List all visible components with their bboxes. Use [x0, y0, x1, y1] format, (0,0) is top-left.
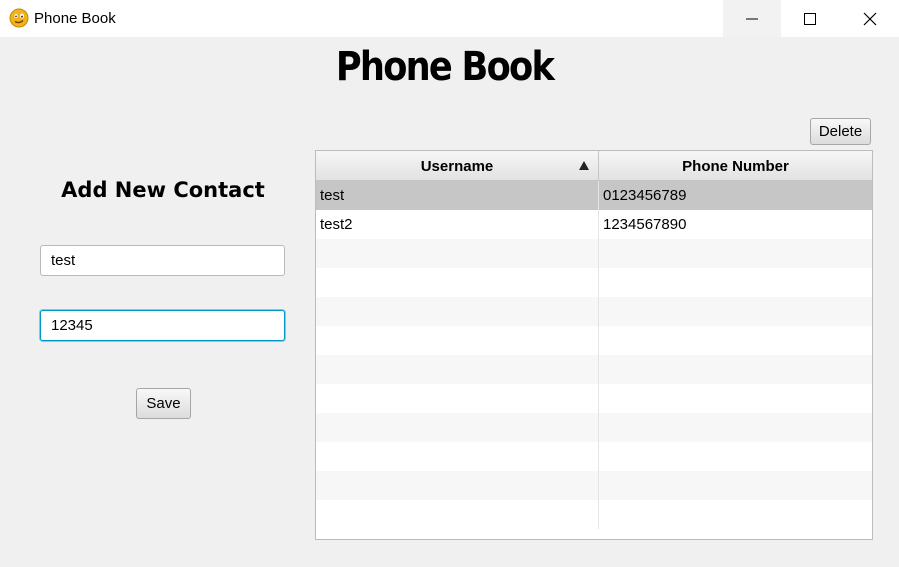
column-header-username[interactable]: Username [316, 151, 599, 181]
cell-username [316, 239, 599, 268]
cell-username [316, 471, 599, 500]
table-row[interactable]: test2 1234567890 [316, 210, 872, 239]
window-title: Phone Book [34, 10, 116, 27]
table-row-empty[interactable] [316, 239, 872, 268]
cell-username [316, 297, 599, 326]
cell-phone-number [599, 500, 872, 529]
cell-username [316, 384, 599, 413]
title-bar: Phone Book [0, 0, 899, 37]
table-header: Username Phone Number [316, 151, 872, 181]
cell-username: test [316, 181, 599, 210]
column-header-phone-number[interactable]: Phone Number [599, 151, 872, 181]
table-row-empty[interactable] [316, 500, 872, 529]
save-button[interactable]: Save [136, 388, 191, 419]
contacts-table[interactable]: Username Phone Number test 0123456789 test… [315, 150, 873, 540]
cell-phone-number [599, 239, 872, 268]
table-row-empty[interactable] [316, 384, 872, 413]
username-input[interactable] [40, 245, 285, 276]
table-row-empty[interactable] [316, 268, 872, 297]
cell-phone-number [599, 297, 872, 326]
close-icon [863, 12, 877, 25]
cell-phone-number [599, 413, 872, 442]
column-header-label: Phone Number [682, 157, 789, 175]
table-row-empty[interactable] [316, 326, 872, 355]
table-row-empty[interactable] [316, 471, 872, 500]
minimize-icon [746, 18, 758, 19]
cell-username [316, 500, 599, 529]
cell-username [316, 442, 599, 471]
sort-ascending-icon [579, 161, 589, 170]
column-header-label: Username [420, 157, 494, 175]
phone-input[interactable] [40, 310, 285, 341]
cell-phone-number [599, 326, 872, 355]
form-title: Add New Contact [61, 178, 265, 202]
cell-username [316, 268, 599, 297]
cell-phone-number [599, 268, 872, 297]
delete-button[interactable]: Delete [810, 118, 871, 145]
cell-username [316, 413, 599, 442]
cell-username: test2 [316, 210, 599, 239]
cell-phone-number: 0123456789 [603, 187, 687, 204]
table-row-empty[interactable] [316, 297, 872, 326]
table-row-empty[interactable] [316, 413, 872, 442]
app-icon [9, 8, 29, 28]
maximize-icon [804, 12, 816, 25]
maximize-button[interactable] [781, 0, 839, 37]
table-row-empty[interactable] [316, 355, 872, 384]
page-title: Phone Book [335, 44, 555, 90]
table-row[interactable]: test 0123456789 [316, 181, 872, 210]
cell-username [316, 355, 599, 384]
close-button[interactable] [841, 0, 899, 37]
cell-phone-number [599, 442, 872, 471]
cell-phone-number [599, 355, 872, 384]
table-row-empty[interactable] [316, 442, 872, 471]
cell-phone-number [599, 384, 872, 413]
minimize-button[interactable] [723, 0, 781, 37]
table-body: test 0123456789 test2 1234567890 [316, 181, 872, 529]
cell-phone-number: 1234567890 [603, 216, 687, 233]
cell-username [316, 326, 599, 355]
cell-phone-number [599, 471, 872, 500]
